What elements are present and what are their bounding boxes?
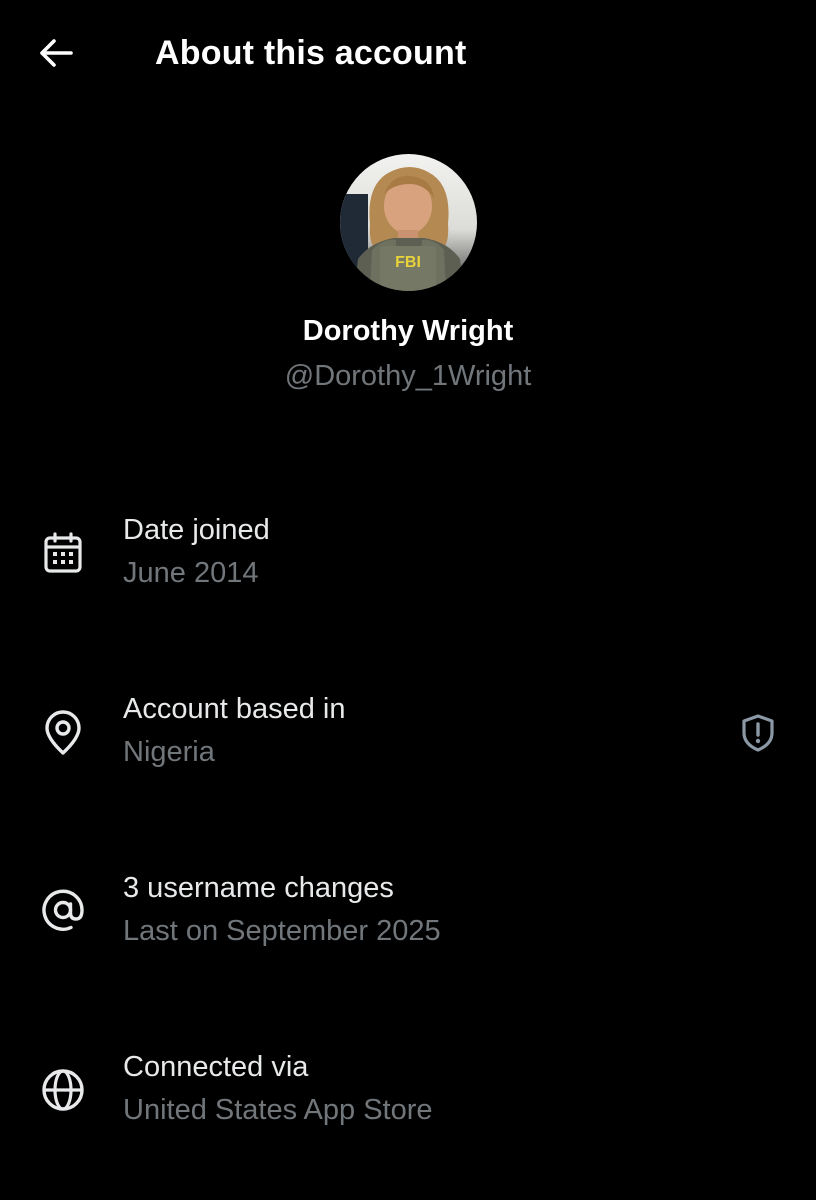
display-name: Dorothy Wright [302, 315, 514, 347]
date-joined-label: Date joined [123, 514, 270, 546]
username-changes-row: 3 username changes Last on September 202… [0, 868, 816, 968]
connected-via-value: United States App Store [123, 1094, 433, 1126]
globe-icon [38, 1065, 88, 1115]
back-button[interactable] [30, 30, 82, 76]
avatar-badge-text: FBI [395, 254, 421, 271]
page-title: About this account [155, 34, 467, 72]
connected-via-row: Connected via United States App Store [0, 1047, 816, 1147]
avatar: FBI [340, 154, 477, 291]
date-joined-row: Date joined June 2014 [0, 510, 816, 610]
connected-via-label: Connected via [123, 1051, 309, 1083]
top-app-bar: About this account [0, 0, 816, 106]
arrow-left-icon [40, 39, 73, 67]
location-pin-icon [38, 708, 88, 758]
shield-alert-icon[interactable] [734, 709, 782, 757]
username-changes-value: Last on September 2025 [123, 915, 441, 947]
calendar-icon [38, 528, 88, 578]
date-joined-value: June 2014 [123, 557, 259, 589]
username-changes-label: 3 username changes [123, 872, 394, 904]
account-based-in-value: Nigeria [123, 736, 215, 768]
account-based-in-row: Account based in Nigeria [0, 689, 816, 789]
username-handle: @Dorothy_1Wright [284, 360, 532, 392]
account-based-in-label: Account based in [123, 693, 346, 725]
at-sign-icon [38, 885, 88, 935]
